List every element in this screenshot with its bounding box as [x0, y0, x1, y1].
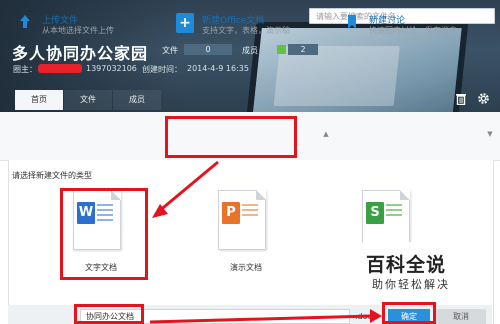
arrow-head [370, 309, 382, 323]
arrow-line [149, 314, 373, 324]
annotation-arrows [149, 160, 382, 324]
arrow-line [157, 160, 219, 214]
